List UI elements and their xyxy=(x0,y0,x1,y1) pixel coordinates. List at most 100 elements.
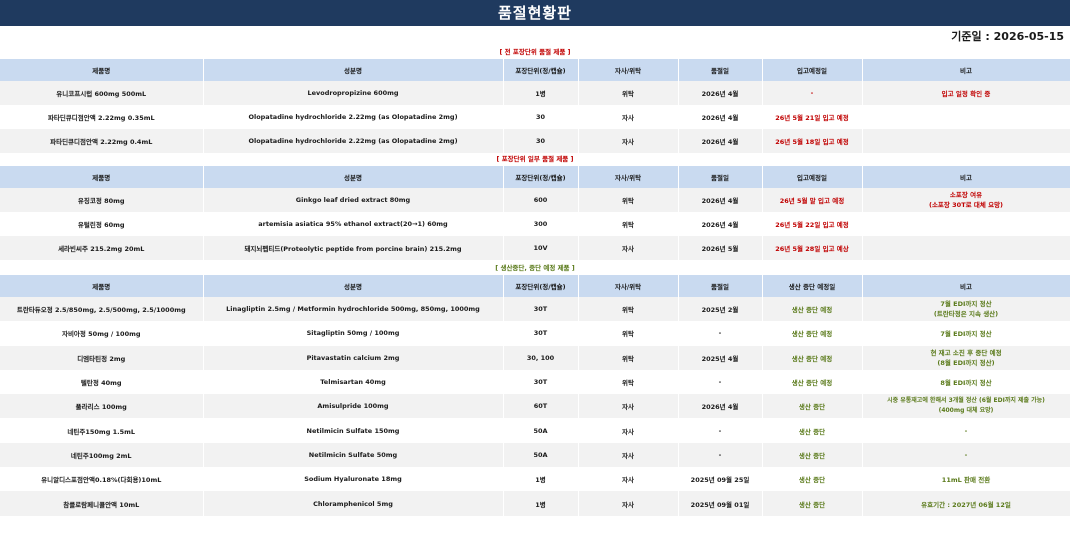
col-header: 비고 xyxy=(862,166,1070,188)
ingredient: Linagliptin 2.5mg / Metformin hydrochlor… xyxy=(203,297,504,322)
product-name: 유털린정 60mg xyxy=(0,212,204,236)
product-name: 유니알디스포점안액0.18%(다회용)10mL xyxy=(0,467,204,492)
table-row: 유니코프시럽 600mg 500mL Levodropropizine 600m… xyxy=(0,81,1070,105)
ingredient: artemisia asiatica 95% ethanol extract(2… xyxy=(203,212,504,236)
col-header: 품절일 xyxy=(678,59,763,81)
discontinue-date: 생산 중단 xyxy=(762,418,863,443)
table-row: 유털린정 60mg artemisia asiatica 95% ethanol… xyxy=(0,212,1070,236)
ingredient: Olopatadine hydrochloride 2.22mg (as Olo… xyxy=(203,105,504,129)
discontinue-date: 생산 중단 예정 xyxy=(762,345,863,370)
remark: 입고 일정 확인 중 xyxy=(862,81,1070,105)
arrival-date: 26년 5월 18일 입고 예정 xyxy=(762,129,863,153)
pack-unit: 30 xyxy=(503,105,579,129)
remark: - xyxy=(862,418,1070,443)
col-header: 성분명 xyxy=(203,275,504,297)
section-label-full-soldout: [ 전 포장단위 품절 제품 ] xyxy=(499,48,571,56)
col-header: 성분명 xyxy=(203,166,504,188)
pack-unit: 50A xyxy=(503,418,579,443)
col-header: 포장단위(정/캡슐) xyxy=(503,59,579,81)
arrival-date: 26년 5월 말 입고 예정 xyxy=(762,188,863,212)
arrival-date: 26년 5월 22일 입고 예정 xyxy=(762,212,863,236)
product-name: 풀라리스 100mg xyxy=(0,394,204,419)
pack-unit: 30 xyxy=(503,129,579,153)
soldout-date: 2025년 09월 01일 xyxy=(678,491,763,516)
own-consign: 자사 xyxy=(578,236,679,260)
own-consign: 자사 xyxy=(578,467,679,492)
remark: 시중 유통재고에 한해서 3개월 정산 (6월 EDI까지 제출 가능) (40… xyxy=(862,394,1070,419)
pack-unit: 600 xyxy=(503,188,579,212)
col-header: 포장단위(정/캡슐) xyxy=(503,275,579,297)
pack-unit: 1병 xyxy=(503,491,579,516)
product-name: 텔탄정 40mg xyxy=(0,369,204,395)
col-header: 입고예정일 xyxy=(762,166,863,188)
remark xyxy=(862,236,1070,260)
ingredient: Amisulpride 100mg xyxy=(203,394,504,419)
discontinue-date: 생산 중단 xyxy=(762,467,863,492)
col-header: 자사/위탁 xyxy=(578,59,679,81)
remark: - xyxy=(862,442,1070,468)
product-name: 유징코정 80mg xyxy=(0,188,204,212)
table-full-soldout: 제품명 성분명 포장단위(정/캡슐) 자사/위탁 품절일 입고예정일 비고 유니… xyxy=(0,59,1070,153)
ingredient: Sodium Hyaluronate 18mg xyxy=(203,467,504,492)
discontinue-date: 생산 중단 예정 xyxy=(762,369,863,395)
ingredient: Ginkgo leaf dried extract 80mg xyxy=(203,188,504,212)
table-row: 트란타듀오정 2.5/850mg, 2.5/500mg, 2.5/1000mg … xyxy=(0,297,1070,322)
arrival-date: - xyxy=(762,81,863,105)
table-row: 파타딘큐디점안액 2.22mg 0.4mL Olopatadine hydroc… xyxy=(0,129,1070,153)
col-header: 성분명 xyxy=(203,59,504,81)
col-header: 제품명 xyxy=(0,59,204,81)
arrival-date: 26년 5월 28일 입고 예상 xyxy=(762,236,863,260)
product-name: 참클로람페니콜안액 10mL xyxy=(0,491,204,516)
table-row: 유징코정 80mg Ginkgo leaf dried extract 80mg… xyxy=(0,188,1070,212)
ingredient: Netilmicin Sulfate 150mg xyxy=(203,418,504,443)
pack-unit: 30, 100 xyxy=(503,345,579,370)
col-header: 자사/위탁 xyxy=(578,166,679,188)
arrival-date: 26년 5월 21일 입고 예정 xyxy=(762,105,863,129)
remark xyxy=(862,105,1070,129)
own-consign: 위탁 xyxy=(578,321,679,346)
page-title: 품절현황판 xyxy=(0,0,1070,26)
discontinue-date: 생산 중단 xyxy=(762,491,863,516)
ingredient: Netilmicin Sulfate 50mg xyxy=(203,442,504,468)
ingredient: Pitavastatin calcium 2mg xyxy=(203,345,504,370)
remark: 소포장 여유 (소포장 30T로 대체 요망) xyxy=(862,188,1070,212)
remark: 유효기간 : 2027년 06월 12일 xyxy=(862,491,1070,516)
table-row: 자비아정 50mg / 100mg Sitagliptin 50mg / 100… xyxy=(0,321,1070,346)
col-header: 품절일 xyxy=(678,166,763,188)
table-discontinued: 제품명 성분명 포장단위(정/캡슐) 자사/위탁 품절일 생산 중단 예정일 비… xyxy=(0,275,1070,516)
table-row: 디엠타틴정 2mg Pitavastatin calcium 2mg 30, 1… xyxy=(0,345,1070,370)
pack-unit: 60T xyxy=(503,394,579,419)
pack-unit: 1병 xyxy=(503,81,579,105)
own-consign: 위탁 xyxy=(578,212,679,236)
own-consign: 위탁 xyxy=(578,369,679,395)
soldout-date: - xyxy=(678,369,763,395)
table-row: 텔탄정 40mg Telmisartan 40mg 30T 위탁 - 생산 중단… xyxy=(0,369,1070,395)
soldout-date: 2026년 4월 xyxy=(678,212,763,236)
section-label-discontinued: [ 생산중단, 중단 예정 제품 ] xyxy=(495,264,575,272)
section-label-partial-soldout: [ 포장단위 일부 품절 제품 ] xyxy=(496,155,574,163)
col-header: 비고 xyxy=(862,275,1070,297)
pack-unit: 30T xyxy=(503,369,579,395)
remark: 8월 EDI까지 정산 xyxy=(862,369,1070,395)
remark: 7월 EDI까지 정산 xyxy=(862,321,1070,346)
col-header: 자사/위탁 xyxy=(578,275,679,297)
col-header: 포장단위(정/캡슐) xyxy=(503,166,579,188)
table-partial-soldout: 제품명 성분명 포장단위(정/캡슐) 자사/위탁 품절일 입고예정일 비고 유징… xyxy=(0,166,1070,260)
soldout-date: 2025년 09월 25일 xyxy=(678,467,763,492)
discontinue-date: 생산 중단 예정 xyxy=(762,321,863,346)
table-row: 파타딘큐디점안액 2.22mg 0.35mL Olopatadine hydro… xyxy=(0,105,1070,129)
ingredient: Levodropropizine 600mg xyxy=(203,81,504,105)
own-consign: 자사 xyxy=(578,394,679,419)
own-consign: 위탁 xyxy=(578,188,679,212)
soldout-date: - xyxy=(678,321,763,346)
own-consign: 자사 xyxy=(578,418,679,443)
own-consign: 위탁 xyxy=(578,297,679,322)
remark xyxy=(862,129,1070,153)
own-consign: 자사 xyxy=(578,129,679,153)
product-name: 파타딘큐디점안액 2.22mg 0.35mL xyxy=(0,105,204,129)
col-header: 비고 xyxy=(862,59,1070,81)
own-consign: 자사 xyxy=(578,491,679,516)
own-consign: 위탁 xyxy=(578,81,679,105)
pack-unit: 30T xyxy=(503,321,579,346)
own-consign: 자사 xyxy=(578,105,679,129)
